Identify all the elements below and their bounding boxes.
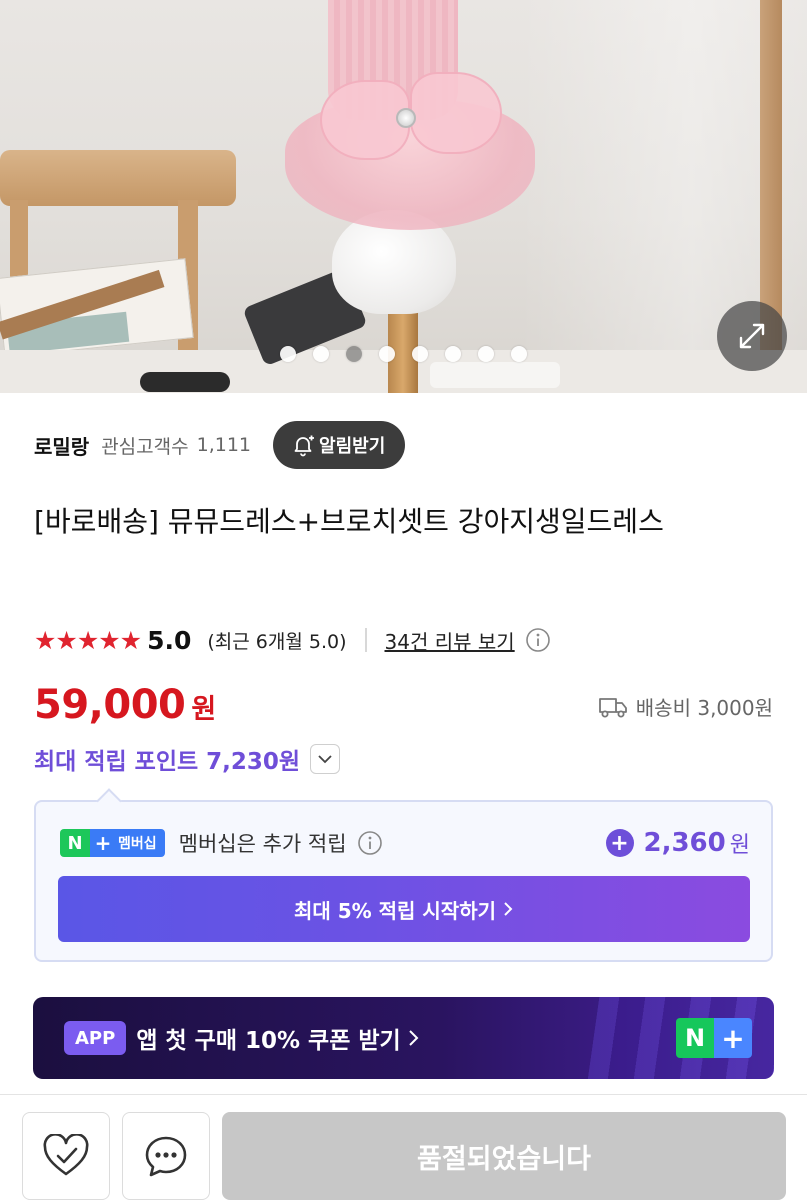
price-amount: 59,000 — [34, 682, 186, 728]
npay-n-logo: N — [60, 829, 90, 857]
bell-plus-icon — [294, 435, 315, 457]
gallery-dot-active[interactable] — [346, 346, 362, 362]
points-row[interactable]: 최대 적립 포인트 7,230원 — [34, 742, 341, 776]
membership-bonus: + 2,360 원 — [605, 827, 750, 859]
gallery-dot[interactable] — [445, 346, 461, 362]
delivery-truck-icon — [598, 697, 627, 717]
chevron-right-icon — [504, 902, 513, 916]
npay-plus-logo: + — [714, 1018, 752, 1058]
seller-row: 로밀랑 관심고객수 1,111 알림받기 — [34, 420, 406, 470]
expand-image-button[interactable] — [717, 301, 787, 371]
bonus-unit: 원 — [729, 833, 750, 858]
gallery-dot[interactable] — [478, 346, 494, 362]
gallery-dot[interactable] — [313, 346, 329, 362]
app-coupon-banner[interactable]: APP 앱 첫 구매 10% 쿠폰 받기 N + — [33, 997, 774, 1079]
seller-name[interactable]: 로밀랑 — [34, 431, 89, 460]
shipping-fee: 배송비 3,000원 — [635, 696, 773, 720]
rating-score: 5.0 — [147, 625, 192, 655]
product-title: [바로배송] 뮤뮤드레스+브로치셋트 강아지생일드레스 — [34, 505, 664, 538]
panel-pointer — [96, 788, 122, 814]
heart-check-icon — [43, 1134, 89, 1176]
wishlist-button[interactable] — [22, 1112, 110, 1200]
notify-button[interactable]: 알림받기 — [273, 421, 406, 469]
chevron-right-icon — [408, 1030, 419, 1046]
watchers-label: 관심고객수 — [101, 435, 189, 458]
chat-bubble-icon — [145, 1136, 187, 1177]
plus-circle-icon: + — [605, 829, 634, 857]
chevron-down-icon — [318, 755, 332, 764]
max-points-label: 최대 적립 포인트 7,230원 — [34, 749, 301, 775]
membership-badge-text: 멤버십 — [116, 829, 165, 857]
gallery-dot[interactable] — [412, 346, 428, 362]
reviews-link[interactable]: 34건 리뷰 보기 — [385, 626, 515, 655]
photo-chair — [0, 150, 236, 206]
price-unit: 원 — [191, 694, 217, 725]
expand-arrows-icon — [739, 323, 765, 349]
watchers-count: 1,111 — [196, 434, 252, 456]
app-pill: APP — [64, 1021, 127, 1055]
membership-panel: N + 멤버십 멤버십은 추가 적립 + 2,360 원 최대 5% 적립 시작… — [34, 788, 773, 962]
shipping-info: 배송비 3,000원 — [598, 692, 773, 721]
npay-n-logo: N — [676, 1018, 714, 1058]
photo-lens-cap — [140, 372, 230, 392]
gallery-dot[interactable] — [511, 346, 527, 362]
price: 59,000 원 — [34, 682, 216, 728]
rating-recent: (최근 6개월 5.0) — [207, 630, 347, 653]
app-coupon-text: 앱 첫 구매 10% 쿠폰 받기 — [136, 1028, 401, 1054]
soldout-label: 품절되었습니다 — [417, 1143, 591, 1175]
npay-plus-logo: + — [90, 829, 116, 857]
start-membership-button[interactable]: 최대 5% 적립 시작하기 — [58, 876, 750, 942]
photo-dress-bow — [410, 72, 502, 154]
divider — [364, 628, 367, 652]
npay-plus-badge: N + — [676, 1018, 752, 1058]
info-icon[interactable] — [357, 830, 383, 856]
membership-row: N + 멤버십 멤버십은 추가 적립 + 2,360 원 — [60, 824, 750, 862]
product-image-gallery[interactable] — [0, 0, 807, 393]
photo-keyboard — [430, 362, 560, 388]
gallery-dot[interactable] — [379, 346, 395, 362]
gallery-pagination — [280, 346, 527, 362]
bonus-amount: 2,360 — [643, 828, 726, 858]
notify-label: 알림받기 — [319, 436, 386, 457]
bottom-bar-divider — [0, 1094, 807, 1095]
soldout-button: 품절되었습니다 — [222, 1112, 786, 1200]
npay-membership-badge: N + 멤버십 — [60, 829, 165, 857]
talk-talk-button[interactable] — [122, 1112, 210, 1200]
membership-text: 멤버십은 추가 적립 — [178, 832, 347, 856]
start-membership-label: 최대 5% 적립 시작하기 — [293, 898, 497, 923]
info-icon[interactable] — [525, 627, 551, 653]
photo-brooch — [396, 108, 416, 128]
gallery-dot[interactable] — [280, 346, 296, 362]
points-expand-button[interactable] — [310, 744, 341, 774]
rating-stars: ★★★★★ — [34, 625, 142, 655]
rating-row: ★★★★★ 5.0 (최근 6개월 5.0) 34건 리뷰 보기 — [34, 620, 551, 660]
